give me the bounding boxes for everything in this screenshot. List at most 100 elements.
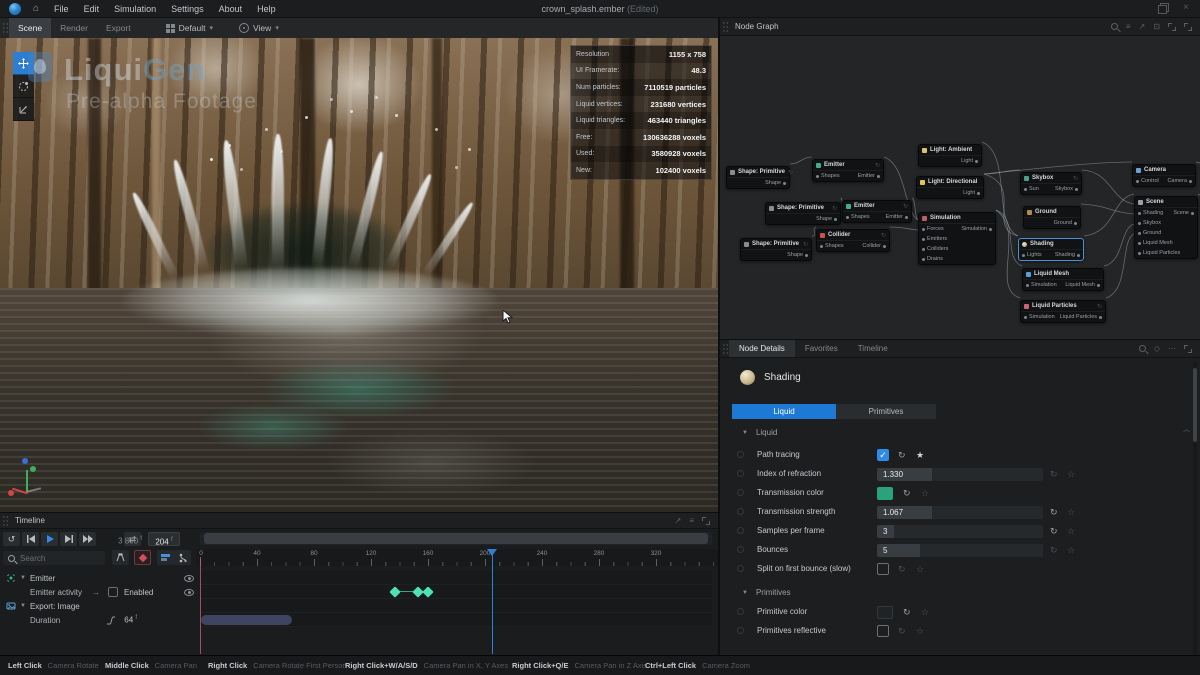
favorite-circle-icon[interactable]: [737, 489, 744, 496]
star-icon[interactable]: ☆: [1067, 506, 1075, 519]
favorite-circle-icon[interactable]: [737, 546, 744, 553]
timeline-ruler[interactable]: 0 40 80 120 160 200 240 280 320: [196, 549, 718, 566]
panel-divider[interactable]: [718, 18, 720, 655]
track-lane[interactable]: [200, 571, 712, 585]
reset-icon[interactable]: ↻: [898, 563, 906, 576]
visibility-eye-icon[interactable]: [184, 589, 194, 596]
panel-drag-handle[interactable]: [722, 21, 729, 33]
triangle-down-icon[interactable]: ▼: [20, 575, 26, 581]
timeline-search[interactable]: [3, 551, 105, 565]
track-emitter[interactable]: ▼ Emitter: [0, 571, 196, 585]
playhead-line[interactable]: [492, 549, 493, 654]
node-shape-primitive-2[interactable]: Shape: Primitive↻ Shape: [765, 202, 841, 225]
star-icon[interactable]: ☆: [916, 563, 924, 576]
skip-forward-button[interactable]: [79, 532, 96, 546]
node-graph-canvas[interactable]: Shape: Primitive↻ Shape Emitter↻ ShapesE…: [720, 36, 1200, 340]
reset-icon[interactable]: ↻: [1050, 544, 1058, 557]
menu-settings[interactable]: Settings: [171, 4, 204, 14]
node-light-ambient[interactable]: Light: Ambient Light: [918, 144, 982, 167]
subtab-primitives[interactable]: Primitives: [836, 404, 936, 419]
step-back-button[interactable]: [22, 532, 39, 546]
view-dropdown[interactable]: View ▾: [239, 23, 279, 33]
home-icon[interactable]: ⌂: [33, 3, 39, 14]
favorite-circle-icon[interactable]: [737, 451, 744, 458]
step-forward-button[interactable]: [60, 532, 77, 546]
node-emitter-2[interactable]: Emitter↻ ShapesEmitter: [842, 200, 912, 223]
panel-drag-handle[interactable]: [2, 515, 9, 527]
samples-per-frame-slider[interactable]: 3: [877, 525, 1043, 538]
track-lane[interactable]: [200, 585, 712, 599]
reset-icon[interactable]: ↻: [903, 606, 911, 619]
section-header-liquid[interactable]: ▼ Liquid: [742, 428, 777, 437]
reset-icon[interactable]: ↻: [903, 487, 911, 500]
range-handle[interactable]: [204, 533, 708, 544]
frame-all-icon[interactable]: [1168, 23, 1176, 31]
star-icon[interactable]: ☆: [916, 625, 924, 638]
list-icon[interactable]: ≡: [689, 516, 694, 526]
duration-value[interactable]: 64 f: [124, 615, 137, 625]
tab-scene[interactable]: Scene: [9, 18, 51, 38]
playhead-handle[interactable]: [487, 549, 497, 556]
track-export-image[interactable]: ▼ Export: Image: [0, 599, 196, 613]
current-frame-field[interactable]: 204 f: [148, 532, 180, 546]
node-shape-primitive-1[interactable]: Shape: Primitive↻ Shape: [726, 166, 790, 189]
node-collider[interactable]: Collider↻ ShapesCollider: [816, 229, 890, 252]
collapse-caret-icon[interactable]: ︿: [1183, 424, 1190, 434]
primitive-color-swatch[interactable]: [877, 606, 893, 619]
bounces-slider[interactable]: 5: [877, 544, 1043, 557]
fullscreen-icon[interactable]: [1184, 23, 1192, 31]
timeline-range-bar[interactable]: [200, 532, 712, 545]
primitives-reflective-checkbox[interactable]: [877, 625, 889, 637]
star-icon[interactable]: ☆: [1067, 525, 1075, 538]
duration-range-bar[interactable]: [201, 615, 292, 625]
autokey-record-icon[interactable]: [134, 550, 151, 565]
node-camera[interactable]: Camera ControlCamera: [1132, 164, 1196, 187]
node-liquid-mesh[interactable]: Liquid Mesh SimulationLiquid Mesh: [1022, 268, 1104, 291]
node-simulation[interactable]: Simulation ForcesSimulation Emitters Col…: [918, 212, 996, 265]
node-skybox[interactable]: Skybox↻ SunSkybox: [1020, 172, 1082, 195]
window-close-icon[interactable]: ×: [1183, 3, 1192, 12]
enabled-checkbox[interactable]: [108, 587, 118, 597]
reset-icon[interactable]: ↻: [1050, 525, 1058, 538]
tab-export[interactable]: Export: [97, 18, 140, 38]
node-emitter-1[interactable]: Emitter↻ ShapesEmitter: [812, 159, 884, 182]
favorite-circle-icon[interactable]: [737, 608, 744, 615]
tab-render[interactable]: Render: [51, 18, 97, 38]
node-ground[interactable]: Ground Ground: [1023, 206, 1081, 229]
favorite-circle-icon[interactable]: [737, 508, 744, 515]
menu-help[interactable]: Help: [257, 4, 276, 14]
node-scene[interactable]: Scene ShadingScene Skybox Ground Liquid …: [1134, 196, 1198, 259]
subtab-liquid[interactable]: Liquid: [732, 404, 836, 419]
tab-favorites[interactable]: Favorites: [795, 340, 848, 357]
favorite-circle-icon[interactable]: [737, 470, 744, 477]
star-icon[interactable]: ☆: [1067, 544, 1075, 557]
section-header-primitives[interactable]: ▼ Primitives: [742, 588, 791, 597]
panel-drag-handle[interactable]: [2, 22, 9, 34]
favorite-circle-icon[interactable]: [737, 527, 744, 534]
menu-about[interactable]: About: [219, 4, 243, 14]
3d-viewport[interactable]: LiquiGen Pre-alpha Footage Resolution115…: [0, 38, 718, 512]
node-light-directional[interactable]: Light: Directional Light: [916, 176, 984, 199]
search-icon[interactable]: [1139, 345, 1146, 352]
star-icon[interactable]: ☆: [1067, 468, 1075, 481]
track-duration[interactable]: Duration 64 f: [0, 613, 196, 627]
star-icon[interactable]: ★: [916, 449, 924, 462]
snap-branch-icon[interactable]: [174, 550, 191, 565]
arrange-icon[interactable]: ↗: [675, 516, 682, 526]
favorite-diamond-icon[interactable]: ◇: [1154, 344, 1160, 354]
track-lane[interactable]: [200, 599, 712, 613]
visibility-eye-icon[interactable]: [184, 575, 194, 582]
panel-drag-handle[interactable]: [722, 343, 729, 355]
reset-icon[interactable]: ↻: [898, 449, 906, 462]
path-tracing-checkbox[interactable]: ✓: [877, 449, 889, 461]
total-frames-field[interactable]: 3 800 f: [108, 532, 142, 546]
layers-icon[interactable]: [157, 550, 174, 565]
keyframe-handles-icon[interactable]: [112, 550, 129, 565]
split-first-bounce-checkbox[interactable]: [877, 563, 889, 575]
reset-icon[interactable]: ↻: [898, 625, 906, 638]
list-icon[interactable]: ≡: [1126, 22, 1131, 32]
node-shading[interactable]: Shading LightsShading: [1018, 238, 1084, 261]
triangle-down-icon[interactable]: ▼: [20, 603, 26, 609]
reset-icon[interactable]: ↻: [1050, 506, 1058, 519]
track-emitter-activity[interactable]: Emitter activity → Enabled: [0, 585, 196, 599]
